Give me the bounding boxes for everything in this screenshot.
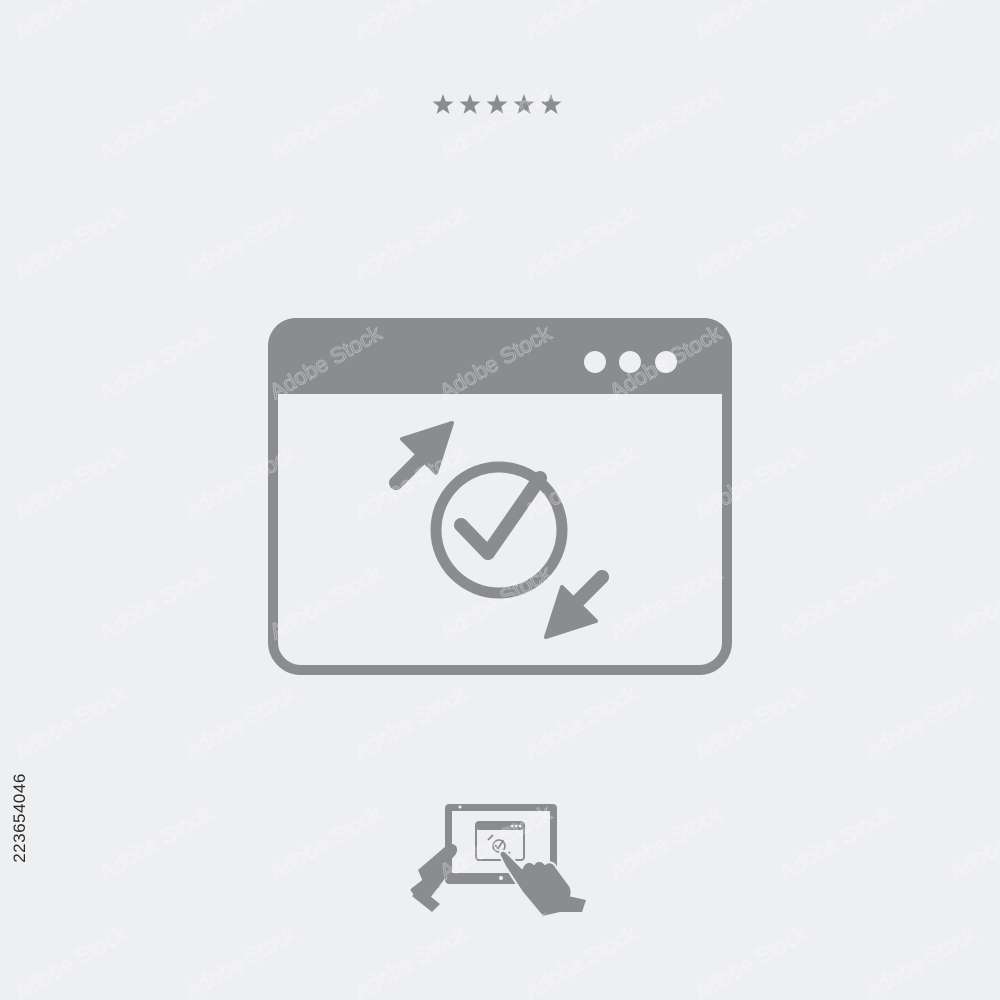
window-dot-icon [619,351,641,373]
watermark-text: Adobe Stock [860,200,981,285]
watermark-text: Adobe Stock [520,680,641,765]
watermark-text: Adobe Stock [775,800,896,885]
watermark-text: Adobe Stock [860,440,981,525]
watermark-text: Adobe Stock [350,680,471,765]
watermark-text: Adobe Stock [10,200,131,285]
window-dot-icon [655,351,677,373]
watermark-text: Adobe Stock [265,80,386,165]
watermark-text: Adobe Stock [180,920,301,1000]
watermark-text: Adobe Stock [775,320,896,405]
tablet-camera-icon [458,805,462,809]
watermark-text: Adobe Stock [95,80,216,165]
watermark-text: Adobe Stock [180,0,301,44]
watermark-text: Adobe Stock [690,680,811,765]
watermark-text: Adobe Stock [605,800,726,885]
watermark-text: Adobe Stock [860,920,981,1000]
watermark-text: Adobe Stock [350,920,471,1000]
stock-id-text: 223654046 [10,773,29,863]
watermark-text: Adobe Stock [350,200,471,285]
watermark-text: Adobe Stock [860,680,981,765]
tablet-touch-icon [410,804,586,916]
watermark-text: Adobe Stock [180,680,301,765]
star-icon [540,94,562,114]
watermark-text: Adobe Stock [690,920,811,1000]
watermark-text: Adobe Stock [605,80,726,165]
tablet-home-button-icon [499,876,503,880]
watermark-text: Adobe Stock [860,0,981,44]
watermark-text: Adobe Stock [945,80,1000,165]
watermark-text: Adobe Stock [775,560,896,645]
watermark-text: Adobe Stock [945,560,1000,645]
window-dot-icon [584,351,606,373]
watermark-text: Adobe Stock [95,800,216,885]
watermark-text: Adobe Stock [10,440,131,525]
watermark-text: Adobe Stock [520,0,641,44]
watermark-text: Adobe Stock [775,80,896,165]
watermark-text: Adobe Stock [265,800,386,885]
watermark-text: Adobe Stock [945,800,1000,885]
watermark-text: Adobe Stock [690,0,811,44]
star-icon [459,94,481,114]
star-icon [513,94,535,114]
watermark-text: Adobe Stock [520,200,641,285]
watermark-text: Adobe Stock [180,200,301,285]
watermark-text: Adobe Stock [95,320,216,405]
watermark-text: Adobe Stock [350,0,471,44]
star-icon [486,94,508,114]
arrow-up-right-icon [389,421,454,490]
browser-window-check-icon [268,318,732,675]
watermark-text: Adobe Stock [520,920,641,1000]
watermark-text: Adobe Stock [690,200,811,285]
watermark-text: Adobe Stock [95,560,216,645]
watermark-text: Adobe Stock [10,0,131,44]
star-icon [432,94,454,114]
watermark-text: Adobe Stock [10,920,131,1000]
check-circle-icon [430,461,568,599]
arrow-down-left-icon [544,570,609,639]
stock-image-canvas: 223654046 Adobe Stock Adobe Stock Adobe St… [0,0,1000,1000]
rating-stars [432,94,562,114]
watermark-text: Adobe Stock [945,320,1000,405]
